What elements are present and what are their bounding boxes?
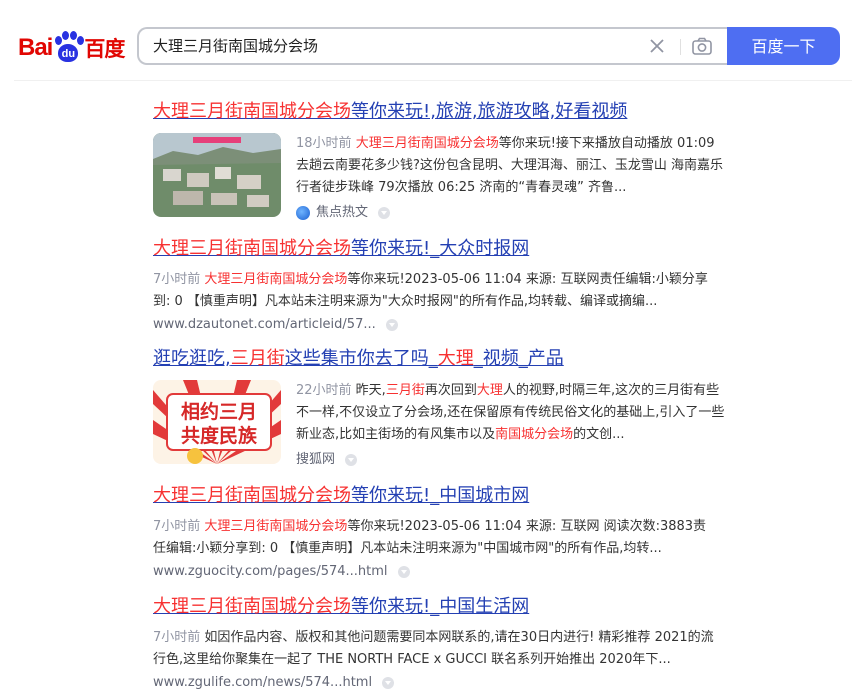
result-title[interactable]: 大理三月街南国城分会场等你来玩!_中国生活网	[153, 595, 723, 619]
result-body: 18小时前 大理三月街南国城分会场等你来玩!接下来播放自动播放 01:09 去趟…	[296, 133, 726, 223]
dropdown-icon[interactable]	[385, 319, 398, 331]
dropdown-icon[interactable]	[378, 207, 391, 219]
search-result: 逛吃逛吃,三月街这些集市你去了吗_大理_视频_产品 相约三月 共度民族 22小时…	[153, 347, 724, 467]
baidu-logo[interactable]: Bai du 百度	[18, 30, 125, 66]
source-globe-icon	[296, 206, 310, 220]
search-result: 大理三月街南国城分会场等你来玩!_中国城市网 7小时前 大理三月街南国城分会场等…	[153, 484, 723, 579]
result-body: 7小时前 大理三月街南国城分会场等你来玩!2023-05-06 11:04 来源…	[153, 269, 718, 335]
search-result: 大理三月街南国城分会场等你来玩!,旅游,旅游攻略,好看视频 18小时前 大理三月…	[153, 100, 723, 220]
header-divider	[14, 80, 852, 81]
search-button[interactable]: 百度一下	[727, 27, 840, 65]
result-body: 7小时前 如因作品内容、版权和其他问题需要同本网联系的,请在30日内进行! 精彩…	[153, 627, 718, 693]
result-thumbnail[interactable]: 相约三月 共度民族	[153, 380, 281, 464]
dropdown-icon[interactable]	[382, 677, 395, 689]
search-box[interactable]: 大理三月街南国城分会场	[137, 27, 727, 65]
thumb-text-1: 相约三月	[181, 400, 257, 423]
result-snippet: 18小时前 大理三月街南国城分会场等你来玩!接下来播放自动播放 01:09 去趟…	[296, 136, 724, 195]
logo-baidu-cn: 百度	[84, 37, 125, 61]
search-result: 大理三月街南国城分会场等你来玩!_大众时报网 7小时前 大理三月街南国城分会场等…	[153, 237, 723, 332]
result-url[interactable]: www.zgulife.com/news/574...html	[153, 673, 718, 693]
result-snippet: 7小时前 如因作品内容、版权和其他问题需要同本网联系的,请在30日内进行! 精彩…	[153, 630, 714, 667]
result-url[interactable]: www.zguocity.com/pages/574...html	[153, 562, 718, 582]
result-source[interactable]: 焦点热文	[296, 203, 726, 223]
close-icon[interactable]	[647, 36, 667, 56]
result-body: 22小时前 昨天,三月街再次回到大理人的视野,时隔三年,这次的三月街有些不一样,…	[296, 380, 726, 470]
result-title[interactable]: 逛吃逛吃,三月街这些集市你去了吗_大理_视频_产品	[153, 347, 723, 371]
result-snippet: 7小时前 大理三月街南国城分会场等你来玩!2023-05-06 11:04 来源…	[153, 272, 708, 309]
result-snippet: 7小时前 大理三月街南国城分会场等你来玩!2023-05-06 11:04 来源…	[153, 519, 707, 556]
divider	[680, 39, 681, 55]
search-result: 大理三月街南国城分会场等你来玩!_中国生活网 7小时前 如因作品内容、版权和其他…	[153, 595, 723, 690]
result-title[interactable]: 大理三月街南国城分会场等你来玩!_大众时报网	[153, 237, 723, 261]
search-input[interactable]: 大理三月街南国城分会场	[153, 29, 318, 63]
camera-icon[interactable]	[691, 36, 713, 56]
logo-bai: Bai	[18, 34, 53, 61]
thumb-text-2: 共度民族	[181, 424, 258, 447]
result-source[interactable]: 搜狐网	[296, 450, 726, 470]
result-title[interactable]: 大理三月街南国城分会场等你来玩!_中国城市网	[153, 484, 723, 508]
result-title[interactable]: 大理三月街南国城分会场等你来玩!,旅游,旅游攻略,好看视频	[153, 100, 723, 124]
result-body: 7小时前 大理三月街南国城分会场等你来玩!2023-05-06 11:04 来源…	[153, 516, 718, 582]
dropdown-icon[interactable]	[397, 566, 410, 578]
result-thumbnail[interactable]	[153, 133, 281, 217]
result-snippet: 22小时前 昨天,三月街再次回到大理人的视野,时隔三年,这次的三月街有些不一样,…	[296, 383, 725, 442]
dropdown-icon[interactable]	[345, 454, 358, 466]
paw-icon: du	[53, 31, 85, 65]
result-url[interactable]: www.dzautonet.com/articleid/57...	[153, 315, 718, 335]
header: Bai du 百度 大理三月街南国城分会场 百度一下	[0, 0, 852, 80]
